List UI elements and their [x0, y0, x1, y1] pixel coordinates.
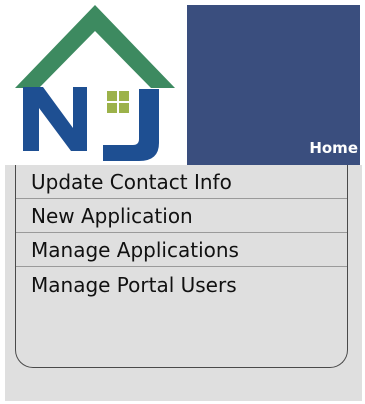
sidebar: Update Contact Info New Application Mana… [5, 165, 362, 401]
nj-logo[interactable] [5, 5, 187, 165]
page: Home Update Contact Info New Application… [0, 0, 365, 404]
menu-item-manage-portal-users[interactable]: Manage Portal Users [16, 267, 347, 303]
menu-item-update-contact-info[interactable]: Update Contact Info [16, 165, 347, 199]
menu-item-new-application[interactable]: New Application [16, 199, 347, 233]
home-link[interactable]: Home [309, 140, 358, 157]
menu-item-manage-applications[interactable]: Manage Applications [16, 233, 347, 267]
house-logo-icon [15, 5, 175, 161]
header-banner: Home [5, 5, 360, 165]
portal-menu: Update Contact Info New Application Mana… [15, 165, 348, 368]
